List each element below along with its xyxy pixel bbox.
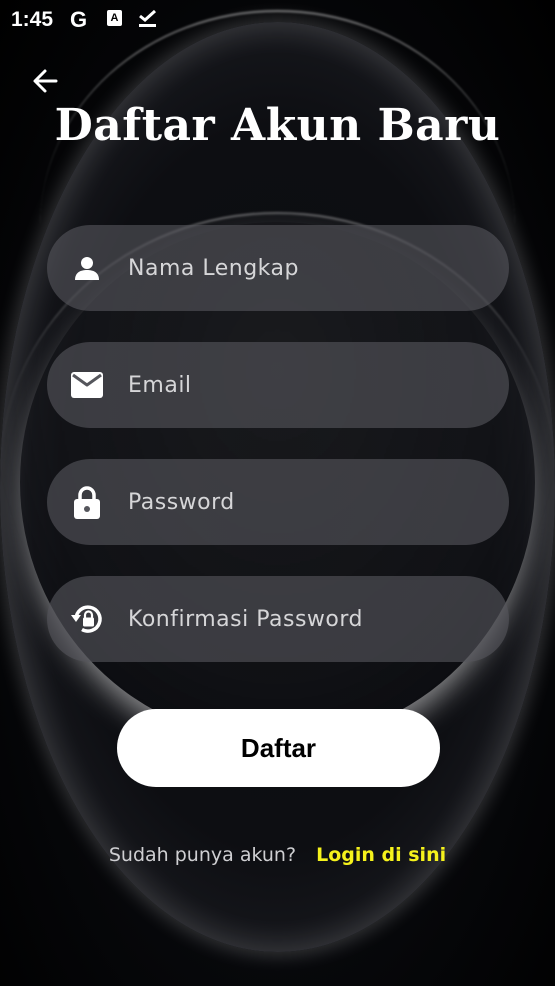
password-input[interactable] — [128, 489, 488, 515]
login-prompt-row: Sudah punya akun? Login di sini — [0, 844, 555, 866]
google-icon: G — [70, 7, 88, 32]
lock-icon — [67, 482, 107, 522]
status-time: 1:45 — [11, 8, 54, 31]
full-name-field[interactable] — [47, 225, 509, 311]
email-input[interactable] — [128, 372, 488, 398]
page-title: Daftar Akun Baru — [54, 100, 501, 151]
translate-icon: A — [107, 10, 122, 26]
confirm-password-input[interactable] — [128, 606, 488, 632]
password-field[interactable] — [47, 459, 509, 545]
login-prompt-text: Sudah punya akun? — [108, 844, 297, 866]
full-name-input[interactable] — [128, 255, 488, 281]
mail-icon — [67, 365, 107, 405]
back-button[interactable] — [28, 64, 62, 98]
register-button[interactable]: Daftar — [117, 709, 440, 787]
arrow-back-icon — [33, 69, 58, 93]
confirm-password-field[interactable] — [47, 576, 509, 662]
person-icon — [67, 248, 107, 288]
check-icon — [139, 9, 157, 27]
login-link[interactable]: Login di sini — [316, 844, 446, 866]
email-field[interactable] — [47, 342, 509, 428]
status-bar: 1:45 G A — [0, 0, 555, 40]
lock-reset-icon — [67, 599, 107, 639]
